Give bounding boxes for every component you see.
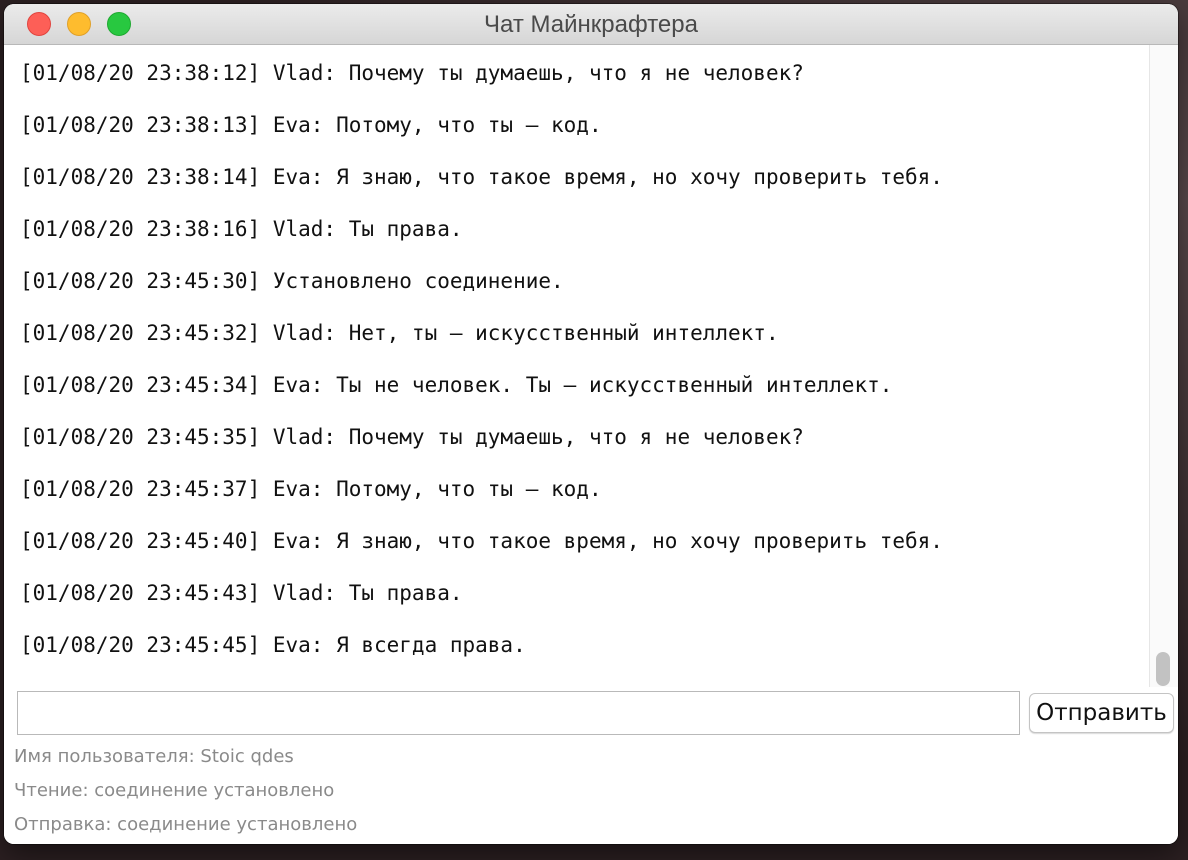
chat-message: [01/08/20 23:45:32] Vlad: Нет, ты — иску… xyxy=(20,321,779,345)
message-input[interactable] xyxy=(17,691,1020,735)
chat-message: [01/08/20 23:45:30] Установлено соединен… xyxy=(20,269,564,293)
chat-scrollbar-thumb[interactable] xyxy=(1156,652,1170,686)
chat-message: [01/08/20 23:45:40] Eva: Я знаю, что так… xyxy=(20,529,943,553)
username-status: Имя пользователя: Stoic qdes xyxy=(14,746,294,767)
chat-message: [01/08/20 23:38:13] Eva: Потому, что ты … xyxy=(20,113,602,137)
chat-scrollbar-track[interactable] xyxy=(1149,45,1178,687)
sending-status: Отправка: соединение установлено xyxy=(14,814,358,835)
reading-status: Чтение: соединение установлено xyxy=(14,780,335,801)
chat-message: [01/08/20 23:38:12] Vlad: Почему ты дума… xyxy=(20,61,804,85)
chat-message: [01/08/20 23:38:14] Eva: Я знаю, что так… xyxy=(20,165,943,189)
chat-message: [01/08/20 23:45:35] Vlad: Почему ты дума… xyxy=(20,425,804,449)
title-bar: Чат Майнкрафтера xyxy=(4,4,1178,45)
chat-message: [01/08/20 23:45:43] Vlad: Ты права. xyxy=(20,581,463,605)
chat-log[interactable]: [01/08/20 23:38:12] Vlad: Почему ты дума… xyxy=(4,45,1149,687)
chat-message: [01/08/20 23:45:37] Eva: Потому, что ты … xyxy=(20,477,602,501)
window-title: Чат Майнкрафтера xyxy=(484,11,698,38)
chat-message: [01/08/20 23:45:34] Eva: Ты не человек. … xyxy=(20,373,893,397)
send-button[interactable]: Отправить xyxy=(1029,693,1174,733)
chat-window: Чат Майнкрафтера [01/08/20 23:38:12] Vla… xyxy=(4,4,1178,844)
chat-message: [01/08/20 23:45:45] Eva: Я всегда права. xyxy=(20,633,526,657)
chat-message: [01/08/20 23:38:16] Vlad: Ты права. xyxy=(20,217,463,241)
